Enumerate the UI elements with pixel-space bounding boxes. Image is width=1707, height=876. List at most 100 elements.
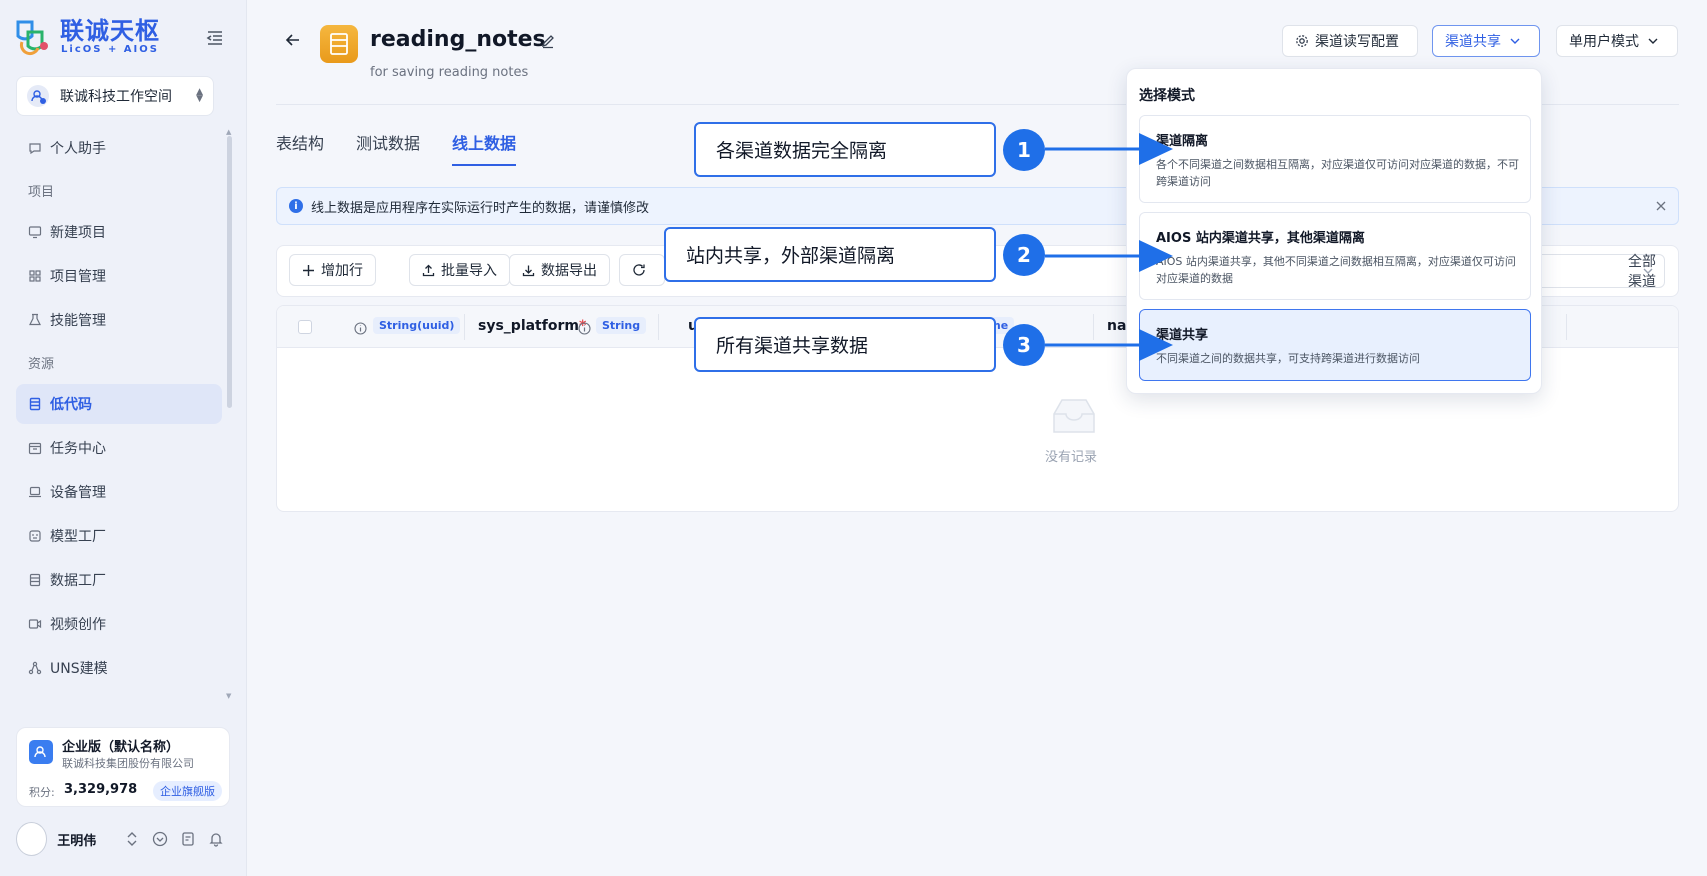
- video-icon: [28, 617, 42, 631]
- sidebar-item-label: 新建项目: [50, 225, 106, 241]
- network-icon: [28, 661, 42, 675]
- laptop-icon: [28, 485, 42, 499]
- edition-badge: 企业旗舰版: [153, 781, 222, 801]
- column-divider: [658, 314, 659, 340]
- empty-state-text: 没有记录: [1045, 450, 1098, 465]
- batch-import-button[interactable]: 批量导入: [409, 254, 510, 286]
- user-avatar[interactable]: [16, 822, 48, 856]
- annotation-number-2: 2: [1003, 234, 1045, 276]
- gear-icon: [1295, 34, 1309, 48]
- user-name: 王明伟: [57, 833, 97, 849]
- sidebar-item[interactable]: 新建项目: [16, 212, 222, 252]
- grid-icon: [28, 269, 42, 283]
- mode-option-channel-isolation[interactable]: 渠道隔离 各个不同渠道之间数据相互隔离，对应渠道仅可访问对应渠道的数据，不可跨渠…: [1139, 115, 1531, 203]
- export-data-button[interactable]: 数据导出: [509, 254, 610, 286]
- sidebar-item[interactable]: 任务中心: [16, 428, 222, 468]
- annotation-callout-1: 各渠道数据完全隔离: [694, 122, 996, 177]
- workspace-avatar-icon: [27, 85, 49, 107]
- info-circle-icon[interactable]: [578, 320, 591, 335]
- calendar-icon: [28, 441, 42, 455]
- sidebar-item-label: 任务中心: [50, 441, 106, 457]
- channel-share-dropdown[interactable]: 渠道共享: [1432, 25, 1540, 57]
- sidebar-item-label: 设备管理: [50, 485, 106, 501]
- download-circle-icon[interactable]: [152, 831, 168, 847]
- page-title: reading_notes: [370, 27, 546, 52]
- list-icon: [28, 397, 42, 411]
- sidebar-scrollbar[interactable]: [227, 136, 232, 408]
- mode-option-channel-share[interactable]: 渠道共享 不同渠道之间的数据共享，可支持跨渠道进行数据访问: [1139, 309, 1531, 381]
- bell-icon[interactable]: [208, 831, 224, 847]
- chevron-down-icon: [1647, 35, 1659, 47]
- add-row-button[interactable]: 增加行: [289, 254, 376, 286]
- sidebar-item[interactable]: 技能管理: [16, 300, 222, 340]
- sidebar-nav: 个人助手项目新建项目项目管理技能管理资源低代码任务中心设备管理模型工厂数据工厂视…: [16, 128, 222, 692]
- column-divider: [464, 314, 465, 340]
- user-bar: 王明伟: [16, 822, 230, 856]
- dropdown-title: 选择模式: [1139, 88, 1195, 104]
- annotation-arrow-3: [1045, 329, 1173, 361]
- empty-inbox-icon: [1048, 396, 1100, 436]
- annotation-number-1: 1: [1003, 129, 1045, 171]
- column-type-tag: String: [596, 317, 647, 334]
- scroll-down-icon[interactable]: ▼: [226, 692, 231, 700]
- sidebar-item[interactable]: 项目管理: [16, 256, 222, 296]
- database-icon: [28, 573, 42, 587]
- sidebar-section-label: 资源: [28, 356, 55, 372]
- collapse-sidebar-icon[interactable]: [205, 28, 225, 48]
- column-header-sys-platform[interactable]: sys_platform*: [478, 318, 586, 334]
- sidebar-item-label: UNS建模: [50, 661, 108, 677]
- refresh-icon: [632, 263, 646, 277]
- tab-bar: 表结构 测试数据 线上数据: [276, 130, 548, 166]
- info-circle-icon[interactable]: [354, 320, 367, 335]
- chevron-down-icon: [1642, 265, 1654, 281]
- sidebar-item[interactable]: 个人助手: [16, 128, 222, 168]
- page-subtitle: for saving reading notes: [370, 65, 529, 80]
- switch-user-icon[interactable]: [124, 831, 140, 847]
- sidebar-item-label: 个人助手: [50, 141, 106, 157]
- points-value: 3,329,978: [64, 782, 138, 797]
- select-all-checkbox[interactable]: [298, 320, 312, 334]
- sidebar-item-label: 数据工厂: [50, 573, 106, 589]
- notes-icon[interactable]: [180, 831, 196, 847]
- chat-icon: [28, 141, 42, 155]
- edit-pencil-icon[interactable]: [540, 33, 556, 49]
- download-icon: [522, 264, 535, 277]
- scroll-up-icon[interactable]: ▲: [226, 128, 231, 136]
- refresh-button[interactable]: [619, 254, 665, 286]
- channel-rw-config-button[interactable]: 渠道读写配置: [1282, 25, 1418, 57]
- share-mode-dropdown-panel: 选择模式 渠道隔离 各个不同渠道之间数据相互隔离，对应渠道仅可访问对应渠道的数据…: [1126, 68, 1542, 394]
- sidebar-item-label: 项目管理: [50, 269, 106, 285]
- tab[interactable]: 表结构: [276, 130, 324, 166]
- monitor-icon: [28, 225, 42, 239]
- table-icon: [320, 25, 358, 63]
- enterprise-card[interactable]: 企业版（默认名称） 联诚科技集团股份有限公司 积分: 3,329,978 企业旗…: [16, 727, 230, 807]
- workspace-name: 联诚科技工作空间: [60, 89, 172, 105]
- column-type-tag: String(uuid): [373, 317, 461, 334]
- enterprise-company: 联诚科技集团股份有限公司: [62, 757, 194, 770]
- user-mode-dropdown[interactable]: 单用户模式: [1556, 25, 1678, 57]
- updown-icon: ▲ ▼: [196, 87, 203, 104]
- plus-icon: [302, 264, 315, 277]
- enterprise-title: 企业版（默认名称）: [62, 740, 180, 755]
- sidebar-item[interactable]: 设备管理: [16, 472, 222, 512]
- enterprise-icon: [29, 740, 53, 764]
- sidebar-section-label: 项目: [28, 184, 55, 200]
- workspace-switcher[interactable]: 联诚科技工作空间 ▲ ▼: [16, 76, 214, 116]
- sidebar-item[interactable]: 低代码: [16, 384, 222, 424]
- sidebar-item[interactable]: 数据工厂: [16, 560, 222, 600]
- brand-logo[interactable]: 联诚天枢 LicOS + AIOS: [14, 16, 160, 56]
- sidebar-item-label: 模型工厂: [50, 529, 106, 545]
- tab[interactable]: 线上数据: [452, 130, 517, 166]
- robot-icon: [28, 529, 42, 543]
- tab[interactable]: 测试数据: [356, 130, 420, 166]
- sidebar-item[interactable]: 模型工厂: [16, 516, 222, 556]
- back-arrow-icon[interactable]: [283, 30, 303, 50]
- mode-option-aios-site-share[interactable]: AIOS 站内渠道共享，其他渠道隔离 AIOS 站内渠道共享，其他不同渠道之间数…: [1139, 212, 1531, 300]
- annotation-number-3: 3: [1003, 324, 1045, 366]
- sidebar-item[interactable]: 视频创作: [16, 604, 222, 644]
- brand-subtitle: LicOS + AIOS: [61, 43, 159, 55]
- sidebar-item-label: 技能管理: [50, 313, 106, 329]
- logo-icon: [14, 16, 54, 56]
- close-icon[interactable]: [1654, 199, 1668, 213]
- sidebar-item[interactable]: UNS建模: [16, 648, 222, 688]
